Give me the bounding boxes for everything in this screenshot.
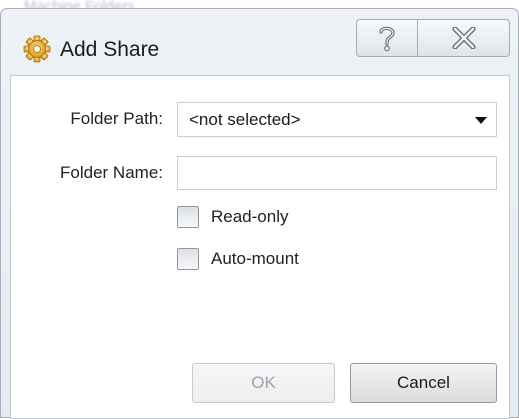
folder-name-input[interactable]	[177, 156, 497, 190]
read-only-checkbox[interactable]	[177, 206, 199, 228]
read-only-label[interactable]: Read-only	[211, 207, 289, 227]
ok-button[interactable]: OK	[192, 363, 335, 403]
title-bar[interactable]: Add Share	[1, 9, 518, 75]
chevron-down-icon[interactable]	[475, 117, 487, 124]
auto-mount-label[interactable]: Auto-mount	[211, 249, 299, 269]
dialog-body: Folder Path: <not selected> Folder Name:…	[10, 75, 510, 419]
close-button[interactable]	[417, 19, 510, 57]
folder-path-combobox[interactable]: <not selected>	[177, 102, 497, 137]
folder-path-value: <not selected>	[189, 110, 301, 129]
read-only-option[interactable]: Read-only	[177, 206, 289, 228]
auto-mount-option[interactable]: Auto-mount	[177, 248, 299, 270]
help-button[interactable]	[356, 19, 418, 57]
cancel-button[interactable]: Cancel	[350, 363, 497, 403]
folder-path-label: Folder Path:	[70, 109, 163, 128]
help-icon	[379, 26, 395, 52]
folder-name-label: Folder Name:	[60, 163, 163, 182]
close-icon	[452, 27, 475, 49]
auto-mount-checkbox[interactable]	[177, 248, 199, 270]
dialog-title: Add Share	[60, 38, 160, 61]
gear-icon	[23, 35, 51, 63]
add-share-dialog: Add Share Folder Path: <not selected> Fo…	[0, 8, 519, 419]
